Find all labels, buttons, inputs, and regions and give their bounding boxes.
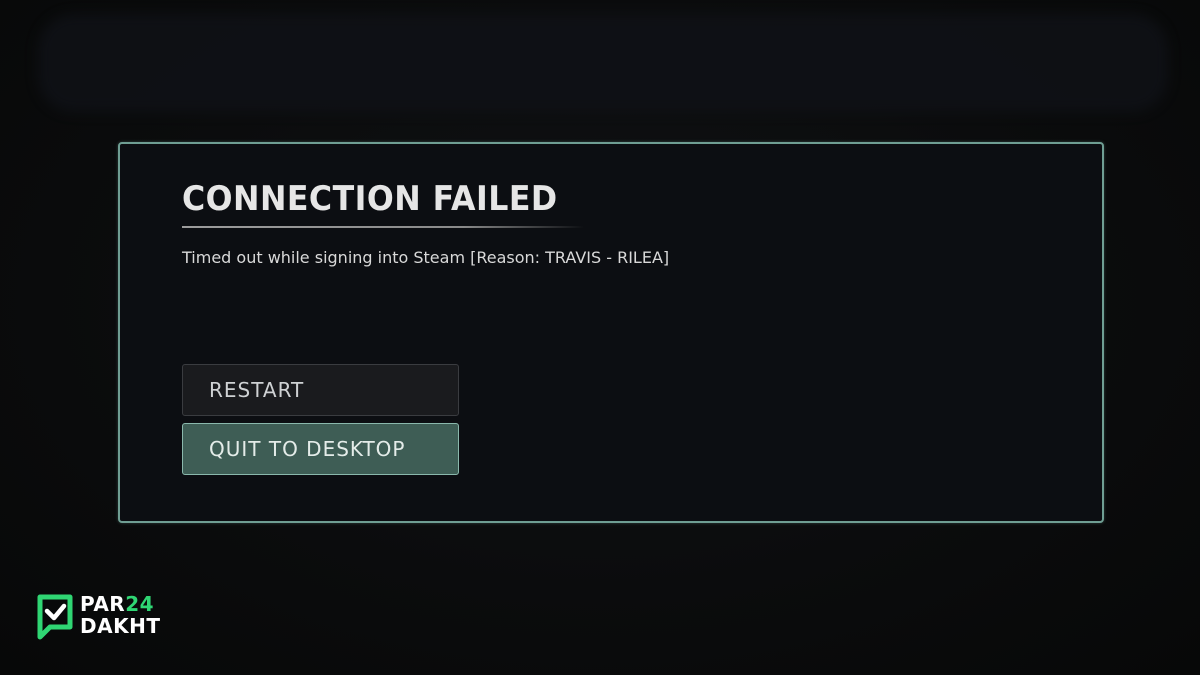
restart-button-label: RESTART [209, 378, 305, 402]
dialog-title: CONNECTION FAILED [182, 179, 558, 219]
logo-wordmark: PAR24 DAKHT [80, 593, 160, 637]
restart-button[interactable]: RESTART [182, 364, 459, 416]
title-divider [182, 226, 584, 228]
par24dakht-logo: PAR24 DAKHT [36, 593, 172, 645]
blurred-top-bar [38, 14, 1168, 112]
quit-button-label: QUIT TO DESKTOP [209, 437, 406, 461]
logo-number: 24 [125, 592, 155, 616]
connection-failed-dialog: CONNECTION FAILED Timed out while signin… [118, 142, 1104, 523]
logo-line2: DAKHT [80, 614, 161, 638]
chat-check-icon [37, 594, 73, 640]
quit-to-desktop-button[interactable]: QUIT TO DESKTOP [182, 423, 459, 475]
error-message: Timed out while signing into Steam [Reas… [182, 248, 670, 267]
logo-line1: PAR [80, 592, 126, 616]
